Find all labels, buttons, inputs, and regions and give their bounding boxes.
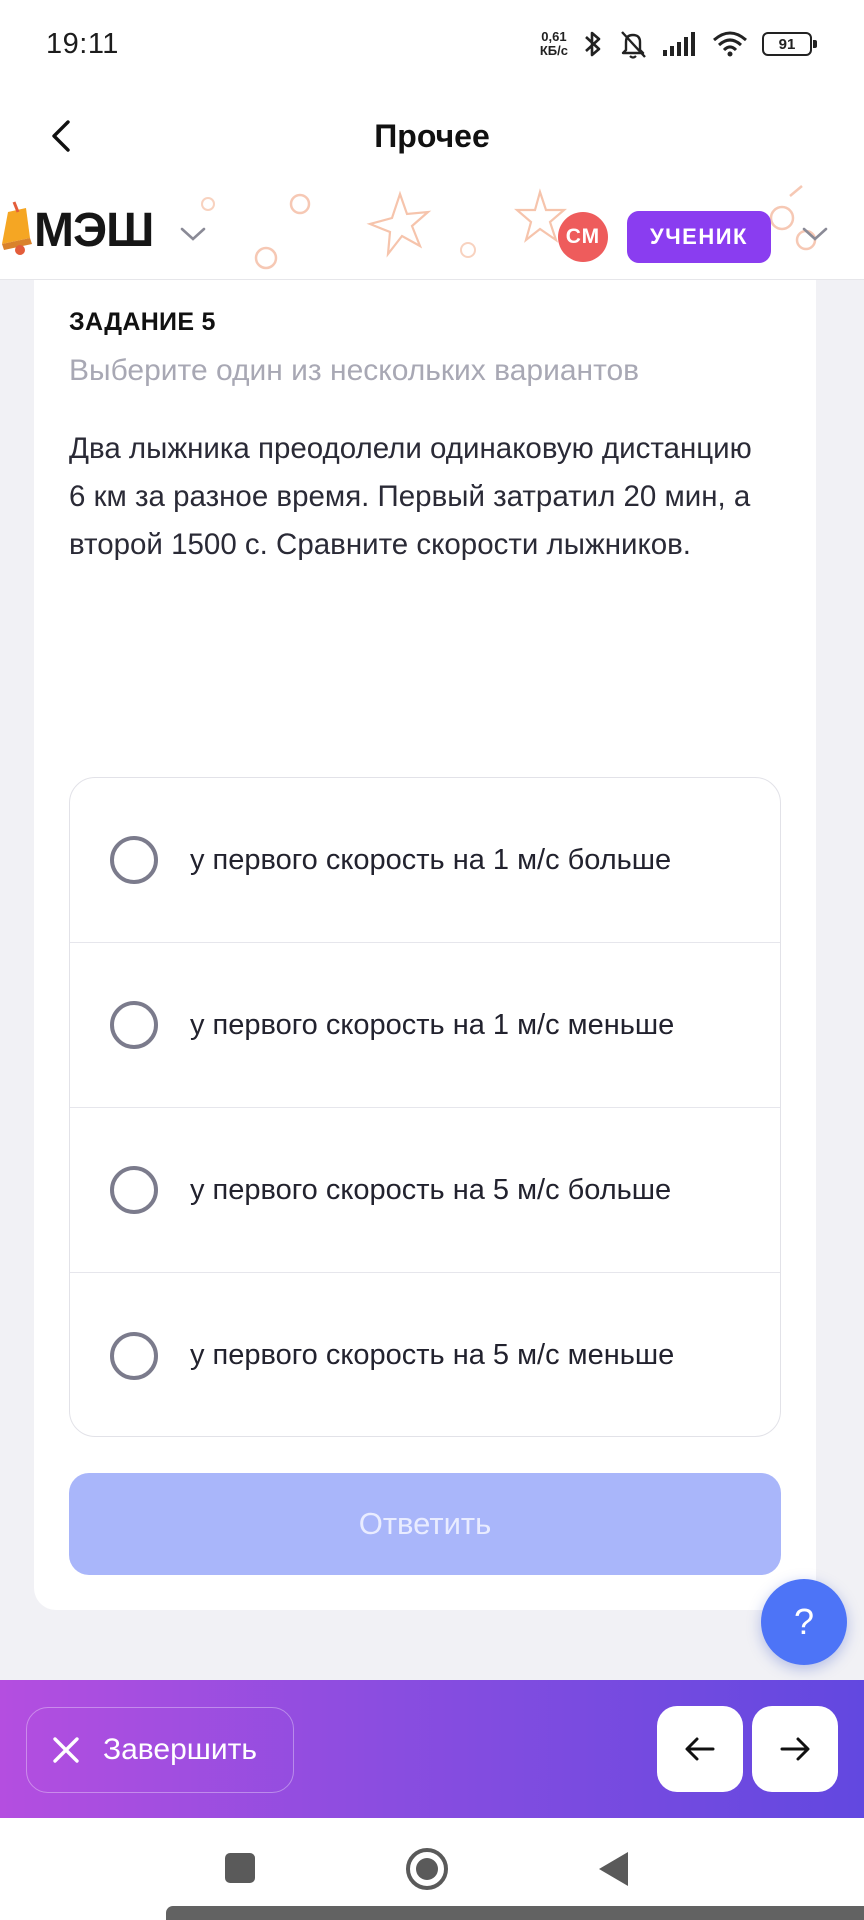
chevron-down-icon[interactable]: [178, 224, 208, 244]
logo[interactable]: МЭШ: [0, 198, 154, 262]
recent-apps-icon[interactable]: [224, 1852, 256, 1884]
next-button[interactable]: [752, 1706, 838, 1792]
avatar[interactable]: СМ: [558, 212, 608, 262]
bell-icon: [2, 201, 32, 255]
muted-bell-icon: [621, 31, 646, 59]
radio-button[interactable]: [110, 836, 158, 884]
answer-option[interactable]: у первого скорость на 5 м/с меньше: [70, 1273, 780, 1436]
chevron-left-icon: [52, 120, 70, 152]
network-speed-value: 0,61: [541, 29, 567, 44]
back-triangle-icon[interactable]: [596, 1850, 630, 1888]
home-icon[interactable]: [404, 1846, 450, 1892]
gesture-handle: [166, 1906, 864, 1920]
page-title: Прочее: [374, 117, 490, 154]
task-hint: Выберите один из нескольких вариантов: [69, 354, 640, 387]
back-button[interactable]: [36, 110, 88, 162]
task-question: Два лыжника преодолели одинаковую дистан…: [69, 432, 752, 561]
battery-indicator: 91: [762, 32, 817, 56]
answer-option-label: у первого скорость на 5 м/с меньше: [190, 1339, 675, 1371]
chevron-down-icon[interactable]: [800, 224, 830, 244]
answer-option[interactable]: у первого скорость на 1 м/с больше: [70, 778, 780, 943]
arrow-right-icon: [780, 1737, 810, 1761]
logo-text: МЭШ: [34, 203, 154, 257]
battery-level: 91: [778, 35, 796, 53]
radio-button[interactable]: [110, 1001, 158, 1049]
network-speed: 0,61 КБ/с: [540, 30, 568, 58]
previous-button[interactable]: [657, 1706, 743, 1792]
app-header: МЭШ СМ УЧЕНИК: [0, 184, 864, 280]
answer-option[interactable]: у первого скорость на 5 м/с больше: [70, 1108, 780, 1273]
status-bar: 19:11 0,61 КБ/с 91: [0, 0, 864, 88]
role-badge[interactable]: УЧЕНИК: [627, 211, 771, 263]
answer-options: у первого скорость на 1 м/с больше у пер…: [69, 777, 781, 1437]
bottom-bar: Завершить: [0, 1680, 864, 1818]
answer-option[interactable]: у первого скорость на 1 м/с меньше: [70, 943, 780, 1108]
title-bar: Прочее: [0, 88, 864, 184]
help-button[interactable]: ?: [761, 1579, 847, 1665]
task-card: ЗАДАНИЕ 5 Выберите один из нескольких ва…: [34, 280, 816, 1610]
finish-button-label: Завершить: [103, 1733, 257, 1766]
answer-option-label: у первого скорость на 1 м/с меньше: [190, 1008, 675, 1041]
radio-button[interactable]: [110, 1166, 158, 1214]
task-label: ЗАДАНИЕ 5: [69, 308, 216, 336]
submit-answer-button[interactable]: Ответить: [69, 1473, 781, 1575]
close-icon: [53, 1737, 79, 1763]
answer-option-label: у первого скорость на 1 м/с больше: [190, 843, 672, 876]
wifi-icon: [713, 31, 747, 57]
bluetooth-icon: [585, 31, 601, 57]
status-icons: 0,61 КБ/с 91: [540, 28, 817, 60]
signal-icon: [663, 32, 695, 56]
status-time: 19:11: [46, 27, 119, 60]
radio-button[interactable]: [110, 1331, 158, 1380]
arrow-left-icon: [685, 1737, 715, 1761]
answer-option-label: у первого скорость на 5 м/с больше: [190, 1173, 672, 1206]
network-speed-unit: КБ/с: [539, 43, 568, 58]
system-navigation-bar: [0, 1818, 864, 1920]
finish-button[interactable]: Завершить: [26, 1707, 294, 1793]
